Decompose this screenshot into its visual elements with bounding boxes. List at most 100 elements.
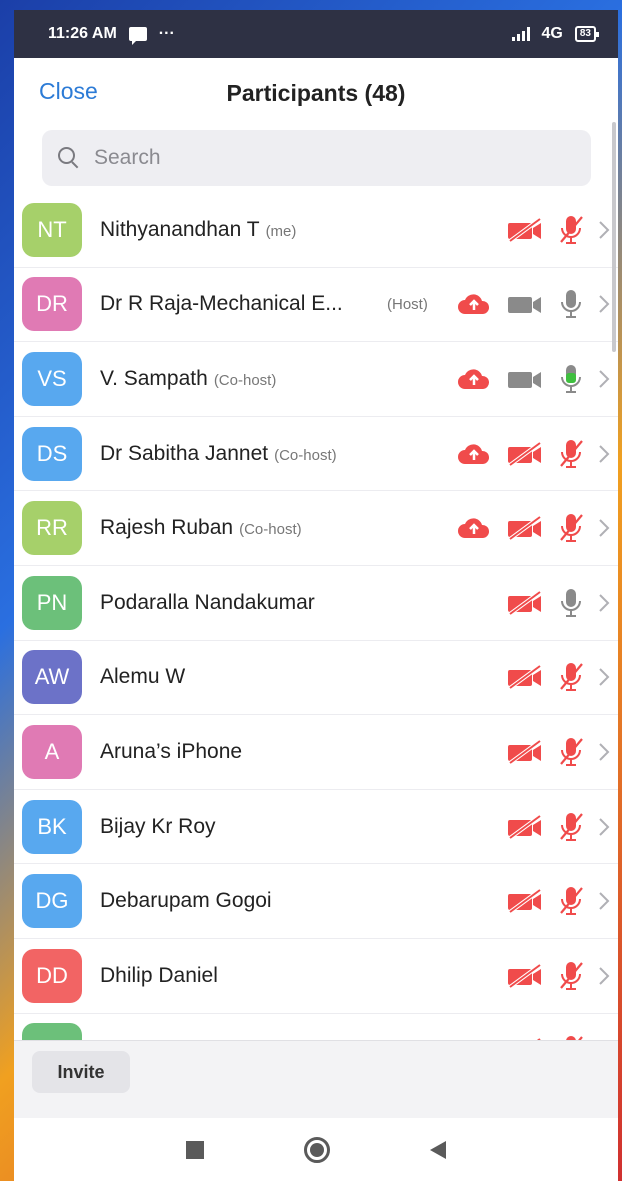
mic-muted-icon bbox=[558, 215, 584, 245]
network-type: 4G bbox=[541, 25, 563, 42]
avatar: DS bbox=[22, 426, 82, 481]
participant-status-icons bbox=[506, 588, 610, 618]
participant-name: V. Sampath bbox=[100, 366, 208, 390]
mic-muted-icon bbox=[558, 961, 584, 991]
status-left: 11:26 AM ··· bbox=[48, 25, 175, 45]
chevron-right-icon[interactable] bbox=[598, 966, 610, 986]
participant-status-icons bbox=[506, 886, 610, 916]
invite-button[interactable]: Invite bbox=[32, 1051, 130, 1093]
video-off-icon bbox=[506, 590, 544, 616]
participant-name: Podaralla Nandakumar bbox=[100, 590, 315, 614]
chevron-right-icon[interactable] bbox=[598, 294, 610, 314]
video-on-icon bbox=[506, 291, 544, 317]
participant-name-group: V. Sampath (Co-host) bbox=[100, 367, 276, 391]
signal-icon bbox=[511, 27, 530, 41]
host-tag: (Host) bbox=[387, 295, 428, 313]
chevron-right-icon[interactable] bbox=[598, 369, 610, 389]
mic-muted-icon bbox=[558, 812, 584, 842]
chevron-right-icon[interactable] bbox=[598, 667, 610, 687]
cloud-recording-icon bbox=[456, 515, 492, 541]
avatar: BK bbox=[22, 799, 82, 854]
video-off-icon bbox=[506, 813, 544, 840]
participant-row[interactable]: BK Bijay Kr Roy bbox=[14, 790, 618, 865]
message-notification-icon bbox=[128, 27, 147, 45]
participant-row[interactable] bbox=[14, 1014, 618, 1040]
avatar: RR bbox=[22, 501, 82, 556]
participant-row[interactable]: DG Debarupam Gogoi bbox=[14, 864, 618, 939]
cloud-recording-icon bbox=[456, 291, 492, 317]
status-bar: 11:26 AM ··· 4G 83 bbox=[14, 10, 618, 58]
mic-icon bbox=[558, 289, 584, 319]
participant-row[interactable]: RR Rajesh Ruban (Co-host) bbox=[14, 491, 618, 566]
avatar bbox=[22, 1023, 82, 1040]
participant-role: (me) bbox=[265, 222, 297, 240]
search-bar[interactable] bbox=[42, 130, 591, 186]
video-off-icon bbox=[506, 664, 544, 690]
chevron-right-icon[interactable] bbox=[598, 817, 610, 837]
chevron-right-icon[interactable] bbox=[598, 220, 610, 240]
chevron-right-icon[interactable] bbox=[598, 742, 610, 762]
participant-name: Nithyanandhan T bbox=[100, 217, 260, 241]
home-icon[interactable] bbox=[304, 1136, 330, 1163]
mic-icon bbox=[558, 588, 584, 618]
participant-name-group: Alemu W bbox=[100, 665, 191, 689]
participant-row[interactable]: DS Dr Sabitha Jannet (Co-host) bbox=[14, 417, 618, 492]
participant-status-icons bbox=[456, 364, 610, 394]
participant-row[interactable]: NT Nithyanandhan T (me) bbox=[14, 193, 618, 268]
status-right: 4G 83 bbox=[511, 25, 600, 43]
participant-row[interactable]: VS V. Sampath (Co-host) bbox=[14, 342, 618, 417]
participant-name: Debarupam Gogoi bbox=[100, 889, 272, 913]
participant-row[interactable]: DD Dhilip Daniel bbox=[14, 939, 618, 1014]
mic-muted-icon bbox=[558, 737, 584, 767]
participant-name: Rajesh Ruban bbox=[100, 516, 234, 540]
avatar: NT bbox=[22, 202, 82, 257]
chevron-right-icon[interactable] bbox=[598, 444, 610, 464]
participant-name-group: Dr Sabitha Jannet (Co-host) bbox=[100, 442, 337, 466]
mic-muted-icon bbox=[558, 439, 584, 469]
participant-role: (Co-host) bbox=[274, 446, 337, 464]
chevron-right-icon[interactable] bbox=[598, 518, 610, 538]
bottom-toolbar: Invite bbox=[14, 1040, 618, 1118]
participant-row[interactable]: A Aruna’s iPhone bbox=[14, 715, 618, 790]
android-nav-bar bbox=[14, 1118, 618, 1181]
search-input[interactable] bbox=[94, 146, 534, 170]
participant-name-group: Debarupam Gogoi bbox=[100, 889, 278, 913]
video-on-icon bbox=[506, 366, 544, 392]
scrollbar[interactable] bbox=[612, 122, 616, 352]
avatar: DD bbox=[22, 948, 82, 1003]
avatar: DG bbox=[22, 874, 82, 929]
participant-status-icons bbox=[506, 215, 610, 245]
mic-muted-icon bbox=[558, 886, 584, 916]
participant-row[interactable]: PN Podaralla Nandakumar bbox=[14, 566, 618, 641]
participant-status-icons bbox=[456, 289, 610, 319]
chevron-right-icon[interactable] bbox=[598, 593, 610, 613]
participant-name-group: Nithyanandhan T (me) bbox=[100, 218, 296, 242]
chevron-right-icon[interactable] bbox=[598, 891, 610, 911]
search-icon bbox=[58, 147, 80, 169]
participant-name: Dr Sabitha Jannet bbox=[100, 441, 269, 465]
participant-name-group: Aruna’s iPhone bbox=[100, 740, 248, 764]
participant-status-icons bbox=[506, 662, 610, 692]
participant-status-icons bbox=[456, 439, 610, 469]
back-icon[interactable] bbox=[430, 1140, 446, 1159]
status-time: 11:26 AM bbox=[48, 25, 117, 42]
participant-status-icons bbox=[456, 513, 610, 543]
participant-status-icons bbox=[506, 812, 610, 842]
participant-name-group: Rajesh Ruban (Co-host) bbox=[100, 516, 302, 540]
cloud-recording-icon bbox=[456, 366, 492, 392]
participant-name: Bijay Kr Roy bbox=[100, 814, 216, 838]
close-button[interactable]: Close bbox=[39, 78, 98, 105]
avatar: AW bbox=[22, 650, 82, 705]
mic-icon bbox=[558, 364, 584, 394]
page-title: Participants (48) bbox=[226, 79, 406, 106]
participant-name: Dr R Raja-Mechanical E... bbox=[100, 292, 343, 316]
participant-row[interactable]: AW Alemu W bbox=[14, 641, 618, 716]
participant-name: Alemu W bbox=[100, 665, 186, 689]
video-off-icon bbox=[506, 440, 544, 467]
participant-name-group: Dr R Raja-Mechanical E... bbox=[100, 292, 349, 316]
recent-apps-icon[interactable] bbox=[186, 1140, 204, 1159]
participant-row[interactable]: DR Dr R Raja-Mechanical E... (Host) bbox=[14, 268, 618, 343]
mic-muted-icon bbox=[558, 662, 584, 692]
participant-status-icons bbox=[506, 961, 610, 991]
participant-role: (Co-host) bbox=[213, 371, 277, 389]
